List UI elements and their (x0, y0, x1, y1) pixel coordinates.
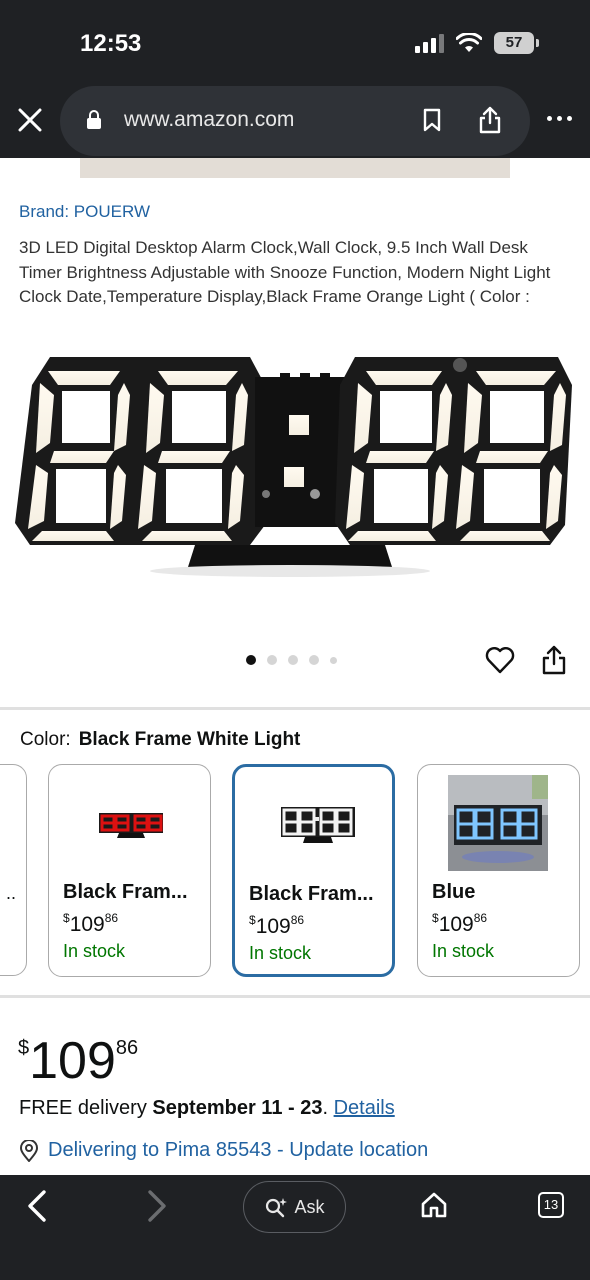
browser-chrome: 12:53 57 www.amazon.com (0, 0, 590, 158)
color-option-selected[interactable]: Black Fram... $10986 In stock (232, 764, 395, 977)
share-icon[interactable] (541, 645, 567, 675)
product-price: $10986 (18, 1020, 138, 1089)
stock-status: In stock (249, 943, 312, 963)
search-sparkle-icon (266, 1198, 288, 1218)
carousel-dot[interactable] (288, 655, 298, 665)
delivery-suffix: . (322, 1097, 329, 1119)
price-cents: 86 (104, 911, 119, 925)
home-icon[interactable] (420, 1191, 448, 1219)
currency-symbol: $ (18, 1037, 30, 1059)
selected-color: Black Frame White Light (78, 729, 301, 750)
stock-status: In stock (432, 941, 495, 961)
carousel-dot[interactable] (309, 655, 319, 665)
brand-link[interactable]: Brand: POUERW (19, 202, 150, 222)
carousel-dot[interactable] (246, 655, 256, 665)
price-dollars: 109 (438, 913, 474, 936)
tab-count-button[interactable]: 13 (538, 1192, 564, 1218)
currency-symbol: $ (63, 911, 70, 925)
battery-icon: 57 (494, 32, 539, 54)
color-option-name: Black Fram... (249, 883, 374, 905)
bookmark-icon[interactable] (422, 108, 442, 132)
image-carousel-dots[interactable] (246, 655, 337, 665)
color-option[interactable]: Blue $10986 In stock (417, 764, 580, 977)
delivery-location-link[interactable]: Delivering to Pima 85543 - Update locati… (19, 1139, 428, 1162)
delivery-dates: September 11 - 23 (152, 1097, 323, 1119)
delivery-info: FREE delivery September 11 - 23. Details (19, 1097, 395, 1120)
price-cents: 86 (473, 911, 488, 925)
color-selector-header: Color: Black Frame White Light (20, 729, 300, 751)
price-dollars: 109 (69, 913, 105, 936)
carousel-dot[interactable] (267, 655, 277, 665)
color-option[interactable]: Black Fram... $10986 In stock (48, 764, 211, 977)
more-options-icon[interactable] (547, 116, 572, 121)
lock-icon (87, 110, 101, 129)
status-time: 12:53 (80, 30, 142, 57)
delivery-details-link[interactable]: Details (334, 1097, 395, 1119)
forward-arrow-icon[interactable] (142, 1189, 170, 1223)
color-thumbnail-red (99, 813, 163, 838)
previous-image-strip (80, 158, 510, 178)
divider (0, 707, 590, 710)
share-icon[interactable] (478, 106, 502, 134)
heart-icon[interactable] (485, 646, 515, 674)
wifi-icon (456, 33, 482, 52)
stock-status: In stock (63, 941, 126, 961)
ask-button[interactable]: Ask (243, 1181, 346, 1233)
color-option-price: $10986 (432, 911, 487, 937)
product-title: 3D LED Digital Desktop Alarm Clock,Wall … (19, 238, 551, 306)
price-dollars: 109 (29, 1032, 116, 1090)
price-dollars: 109 (255, 915, 291, 938)
browser-toolbar: Ask 13 (0, 1175, 590, 1280)
price-cents: 86 (290, 913, 305, 927)
location-pin-icon (19, 1139, 39, 1162)
ask-label: Ask (294, 1196, 325, 1217)
location-text: Delivering to Pima 85543 - Update locati… (48, 1139, 429, 1161)
partial-option-label: .. (5, 883, 16, 903)
cellular-signal-icon (415, 33, 444, 53)
color-option-price: $10986 (63, 911, 118, 937)
color-option-name: Black Fram... (63, 881, 188, 903)
currency-symbol: $ (432, 911, 439, 925)
currency-symbol: $ (249, 913, 256, 927)
delivery-prefix: FREE delivery (19, 1097, 147, 1119)
url-text: www.amazon.com (124, 108, 295, 131)
color-thumbnail-blue (448, 775, 548, 871)
back-arrow-icon[interactable] (24, 1189, 52, 1223)
divider (0, 995, 590, 998)
color-option-price: $10986 (249, 913, 304, 939)
product-image[interactable] (10, 345, 580, 590)
carousel-dot[interactable] (330, 656, 337, 664)
status-icons: 57 (415, 32, 539, 54)
color-option-name: Blue (432, 881, 476, 903)
close-icon[interactable] (16, 106, 44, 134)
url-bar[interactable]: www.amazon.com (60, 86, 530, 156)
color-label: Color: (20, 729, 71, 750)
color-thumbnail-white (281, 807, 355, 843)
price-cents: 86 (115, 1037, 139, 1059)
color-option-partial[interactable]: .. (0, 764, 27, 976)
